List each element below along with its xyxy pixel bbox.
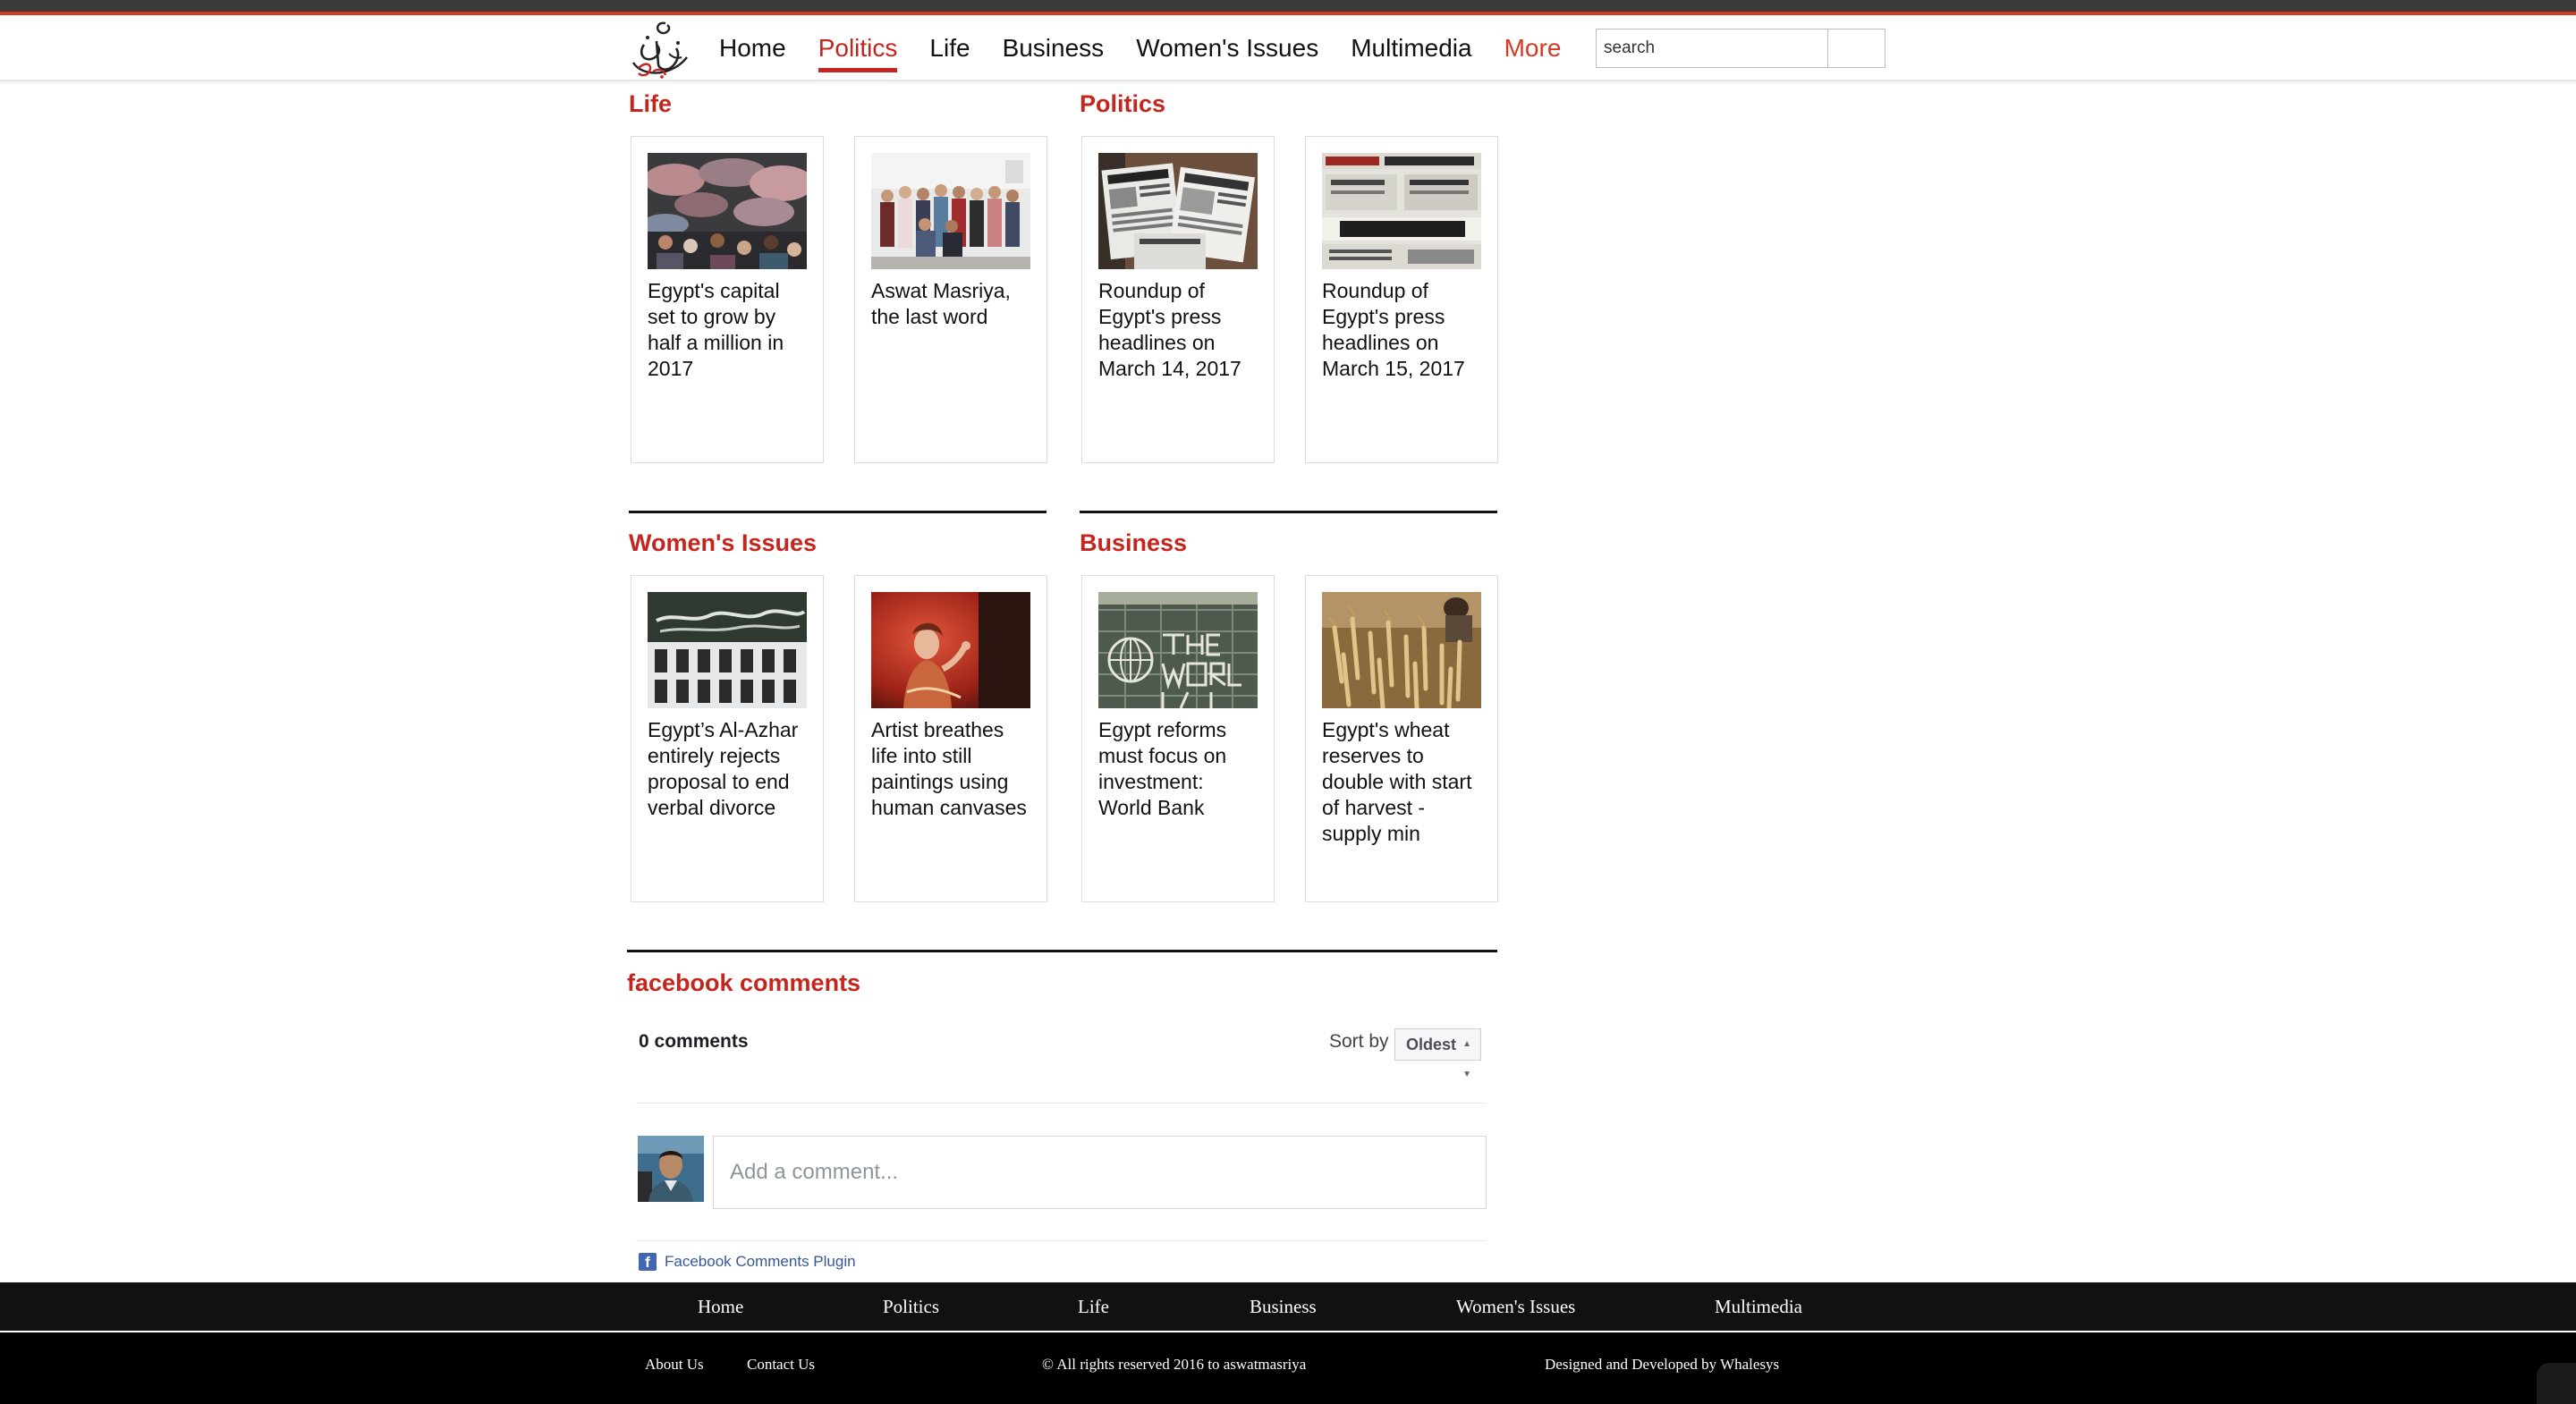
sort-label: Sort by (1329, 1031, 1389, 1052)
article-thumbnail (1322, 592, 1481, 708)
nav-item-politics[interactable]: Politics (818, 15, 897, 81)
article-title[interactable]: Egypt's wheat reserves to double with st… (1322, 717, 1485, 847)
section-divider (627, 950, 1497, 952)
footer-link-life[interactable]: Life (1078, 1282, 1109, 1331)
article-title[interactable]: Egypt’s Al-Azhar entirely rejects propos… (648, 717, 810, 821)
article-card[interactable]: Egypt's wheat reserves to double with st… (1305, 575, 1498, 902)
calligraphy-logo-icon (631, 21, 688, 79)
footer-copyright: © All rights reserved 2016 to aswatmasri… (1042, 1356, 1307, 1373)
article-thumbnail (648, 153, 807, 269)
wheat-field-photo (1322, 592, 1481, 708)
site-logo[interactable] (626, 18, 692, 80)
facebook-icon: f (639, 1253, 657, 1271)
article-card[interactable]: Egypt's capital set to grow by half a mi… (631, 136, 824, 463)
search-button[interactable] (1827, 29, 1885, 68)
article-card[interactable]: Aswat Masriya, the last word (854, 136, 1047, 463)
nav-item-life[interactable]: Life (929, 15, 970, 81)
article-card[interactable]: Egypt reforms must focus on investment: … (1081, 575, 1275, 902)
comments-separator (636, 1240, 1487, 1241)
site-header: Home Politics Life Business Women's Issu… (0, 15, 2576, 81)
newspapers-photo (1098, 153, 1258, 269)
section-title-business: Business (1080, 529, 1188, 556)
footer-credit: Designed and Developed by Whalesys (1545, 1356, 1780, 1373)
painted-woman-photo (871, 592, 1030, 708)
section-title-life: Life (629, 90, 673, 117)
article-card[interactable]: Egypt’s Al-Azhar entirely rejects propos… (631, 575, 824, 902)
article-thumbnail (1098, 592, 1258, 708)
top-accent-bar (0, 0, 2576, 12)
section-divider (629, 511, 1046, 513)
article-thumbnail (1098, 153, 1258, 269)
sort-select[interactable]: Oldest ▲ ▼ (1394, 1028, 1481, 1079)
avatar (638, 1136, 704, 1202)
footer-link-home[interactable]: Home (698, 1282, 743, 1331)
crowd-market-photo (648, 153, 807, 269)
section-title-politics: Politics (1080, 90, 1166, 117)
facebook-plugin-link[interactable]: f Facebook Comments Plugin (639, 1252, 856, 1272)
footer-contact-link[interactable]: Contact Us (747, 1356, 815, 1374)
nav-item-more[interactable]: More (1504, 15, 1562, 81)
comment-input[interactable] (713, 1136, 1487, 1209)
section-title-womens-issues: Women's Issues (629, 529, 818, 556)
footer-nav: Home Politics Life Business Women's Issu… (0, 1282, 2576, 1331)
article-title[interactable]: Artist breathes life into still painting… (871, 717, 1034, 821)
sort-select-value: Oldest (1406, 1036, 1457, 1053)
al-azhar-building-photo (648, 592, 807, 708)
footer-about-link[interactable]: About Us (645, 1356, 704, 1374)
nav-item-home[interactable]: Home (719, 15, 786, 81)
user-avatar-photo (638, 1136, 704, 1202)
footer-bottom: About Us Contact Us © All rights reserve… (0, 1332, 2576, 1404)
article-thumbnail (871, 592, 1030, 708)
article-card[interactable]: Roundup of Egypt's press headlines on Ma… (1081, 136, 1275, 463)
article-title[interactable]: Egypt reforms must focus on investment: … (1098, 717, 1261, 821)
article-title[interactable]: Roundup of Egypt's press headlines on Ma… (1322, 278, 1485, 382)
footer-link-politics[interactable]: Politics (883, 1282, 939, 1331)
search-input[interactable] (1596, 29, 1828, 68)
article-thumbnail (871, 153, 1030, 269)
article-thumbnail (1322, 153, 1481, 269)
sort-arrows-icon: ▲ ▼ (1462, 1039, 1471, 1079)
comments-separator (636, 1103, 1487, 1104)
article-title[interactable]: Aswat Masriya, the last word (871, 278, 1034, 330)
article-title[interactable]: Roundup of Egypt's press headlines on Ma… (1098, 278, 1261, 382)
footer-link-womens-issues[interactable]: Women's Issues (1456, 1282, 1575, 1331)
nav-item-multimedia[interactable]: Multimedia (1351, 15, 1471, 81)
main-nav: Home Politics Life Business Women's Issu… (719, 15, 1593, 81)
group-photo (871, 153, 1030, 269)
section-divider (1080, 511, 1497, 513)
article-thumbnail (648, 592, 807, 708)
article-title[interactable]: Egypt's capital set to grow by half a mi… (648, 278, 810, 382)
corner-widget[interactable] (2537, 1363, 2576, 1404)
article-card[interactable]: Roundup of Egypt's press headlines on Ma… (1305, 136, 1498, 463)
comment-count: 0 comments (639, 1031, 749, 1052)
footer-link-business[interactable]: Business (1250, 1282, 1317, 1331)
nav-item-business[interactable]: Business (1003, 15, 1105, 81)
footer-link-multimedia[interactable]: Multimedia (1715, 1282, 1802, 1331)
world-bank-photo (1098, 592, 1258, 708)
article-card[interactable]: Artist breathes life into still painting… (854, 575, 1047, 902)
nav-item-womens-issues[interactable]: Women's Issues (1136, 15, 1318, 81)
facebook-plugin-label: Facebook Comments Plugin (665, 1253, 856, 1270)
comments-heading: facebook comments (627, 969, 861, 996)
newspapers-photo (1322, 153, 1481, 269)
